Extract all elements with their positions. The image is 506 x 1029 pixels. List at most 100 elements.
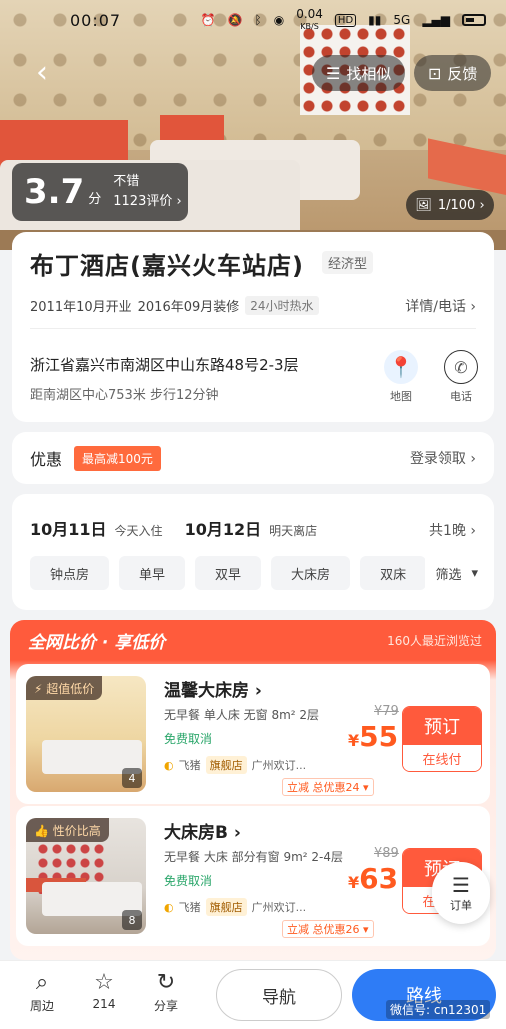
review-count: 1123评价 › — [113, 194, 182, 209]
room-specs: 无早餐 大床 部分有窗 9m² 2-4层 — [164, 850, 343, 864]
status-time: 00:07 — [70, 10, 122, 30]
date-selector[interactable]: 10月11日 今天入住 10月12日 明天离店 共1晚 › — [30, 516, 476, 540]
filter-chip[interactable]: 双床 — [360, 556, 427, 590]
image-icon: 🖼 — [415, 197, 432, 213]
filter-chip[interactable]: 单早 — [119, 556, 186, 590]
currency: ¥ — [348, 731, 360, 750]
current-price: ¥55 — [348, 720, 398, 753]
find-similar-label: 找相似 — [346, 64, 392, 83]
price-compare-section: 全网比价 · 享低价 160人最近浏览过 ⚡ 超值低价 4 温馨大床房 › 无早… — [10, 620, 496, 960]
checkout-sub: 明天离店 — [269, 524, 318, 538]
filter-chip[interactable]: 双早 — [195, 556, 262, 590]
phone-label: 电话 — [450, 390, 472, 403]
battery-icon — [462, 14, 486, 26]
find-similar-button[interactable]: ☰ 找相似 — [312, 55, 406, 91]
search-icon: ⌕ — [35, 970, 49, 995]
rating-label: 不错 — [113, 174, 140, 189]
signal-icon: ▮▮ — [368, 13, 382, 27]
favorite-tab[interactable]: ☆ 214 — [84, 969, 124, 1011]
feedback-label: 反馈 — [447, 64, 478, 83]
hotel-name: 布丁酒店(嘉兴火车站店) — [30, 252, 304, 280]
login-claim-link[interactable]: 登录领取 › — [410, 448, 476, 468]
bluetooth-icon: ᛒ — [254, 13, 262, 27]
discount-tag[interactable]: 立减 总优惠26 ▾ — [282, 920, 374, 938]
network-speed: 0.04 KB/S — [296, 6, 323, 31]
book-label: 预订 — [403, 707, 481, 745]
favorite-count: 214 — [92, 997, 116, 1011]
navigate-button[interactable]: 导航 — [216, 969, 342, 1021]
order-label: 订单 — [450, 899, 472, 912]
location-icon: ◉ — [273, 13, 285, 27]
cell-signal-icon: ▂▄▆ — [422, 13, 450, 27]
filter-button[interactable]: 筛选 ▾ — [425, 556, 478, 590]
original-price: ¥79 — [374, 704, 399, 719]
phone-button[interactable]: ✆ 电话 — [438, 350, 484, 404]
detail-phone-link[interactable]: 详情/电话 › — [405, 296, 476, 316]
flagship-tag: 旗舰店 — [205, 756, 247, 774]
seller-info: ◐ 飞猪 旗舰店 广州欢订... — [164, 756, 306, 774]
search-list-icon: ☰ — [326, 63, 341, 83]
network-type: 5G — [393, 13, 411, 27]
room-name: 温馨大床房 › — [164, 681, 262, 701]
room-card[interactable]: ⚡ 超值低价 4 温馨大床房 › 无早餐 单人床 无窗 8m² 2层 免费取消 … — [16, 664, 490, 804]
back-button[interactable]: ‹ — [22, 52, 62, 92]
map-button[interactable]: 📍 地图 — [378, 350, 424, 404]
pay-online-label: 在线付 — [403, 745, 481, 771]
feedback-icon: ⊡ — [428, 63, 442, 83]
value-badge: ⚡ 超值低价 — [26, 676, 103, 700]
hotel-info-card: 布丁酒店(嘉兴火车站店) 经济型 2011年10月开业 2016年09月装修 2… — [12, 232, 494, 422]
status-icons: ⏰ 🔕 ᛒ ◉ 0.04 KB/S HD ▮▮ 5G ▂▄▆ — [200, 6, 486, 32]
checkin-sub: 今天入住 — [114, 524, 163, 538]
order-button[interactable]: ☰ 订单 — [432, 862, 490, 924]
photo-count: 1/100 › — [437, 197, 485, 213]
original-price: ¥89 — [374, 846, 399, 861]
room-photo-count: 4 — [122, 768, 142, 788]
seller-name: 飞猪 — [178, 901, 201, 914]
map-pin-icon: 📍 — [384, 350, 418, 384]
recent-views: 160人最近浏览过 — [387, 634, 482, 648]
share-icon: ↻ — [156, 970, 176, 995]
room-filter-chips: 钟点房 单早 双早 大床房 双床 — [30, 556, 427, 590]
status-bar: 00:07 ⏰ 🔕 ᛒ ◉ 0.04 KB/S HD ▮▮ 5G ▂▄▆ — [0, 0, 506, 40]
hotel-type-tag: 经济型 — [322, 251, 374, 274]
rating-badge[interactable]: 3.7 分 不错 1123评价 › — [12, 163, 188, 221]
value-badge: 👍 性价比高 — [26, 818, 109, 842]
chevron-left-icon: ‹ — [36, 54, 48, 90]
nearby-tab[interactable]: ⌕ 周边 — [22, 969, 62, 1014]
book-button[interactable]: 预订 在线付 — [402, 706, 482, 772]
seller-name: 飞猪 — [178, 759, 201, 772]
nearby-label: 周边 — [29, 999, 54, 1013]
share-tab[interactable]: ↻ 分享 — [146, 969, 186, 1014]
price-value: 63 — [359, 862, 399, 895]
seller-logo-icon: ◐ — [164, 900, 174, 914]
room-photo[interactable]: ⚡ 超值低价 4 — [26, 676, 146, 792]
promo-card[interactable]: 优惠 最高减100元 登录领取 › — [12, 432, 494, 484]
hd-icon: HD — [334, 13, 357, 27]
photo-count-button[interactable]: 🖼 1/100 › — [406, 190, 494, 220]
rating-unit: 分 — [88, 191, 102, 207]
checkin-date: 10月11日 — [30, 520, 107, 539]
map-label: 地图 — [390, 390, 412, 403]
compare-title: 全网比价 · 享低价 — [28, 633, 166, 653]
free-cancel: 免费取消 — [164, 874, 213, 888]
promo-label: 优惠 — [30, 450, 63, 469]
room-photo[interactable]: 👍 性价比高 8 — [26, 818, 146, 934]
share-label: 分享 — [153, 999, 178, 1013]
caret-down-icon: ▾ — [471, 565, 478, 581]
price-value: 55 — [359, 720, 399, 753]
filter-chip[interactable]: 钟点房 — [30, 556, 110, 590]
seller-logo-icon: ◐ — [164, 758, 174, 772]
filter-chip[interactable]: 大床房 — [271, 556, 351, 590]
renovated-date: 2016年09月装修 — [137, 300, 240, 315]
discount-tag[interactable]: 立减 总优惠24 ▾ — [282, 778, 374, 796]
divider — [30, 328, 476, 329]
opened-date: 2011年10月开业 — [30, 300, 132, 315]
feedback-button[interactable]: ⊡ 反馈 — [414, 55, 492, 91]
room-card[interactable]: 👍 性价比高 8 大床房B › 无早餐 大床 部分有窗 9m² 2-4层 免费取… — [16, 806, 490, 946]
filter-label: 筛选 — [435, 567, 462, 583]
current-price: ¥63 — [348, 862, 398, 895]
flagship-tag: 旗舰店 — [205, 898, 247, 916]
room-photo-count: 8 — [122, 910, 142, 930]
phone-icon: ✆ — [444, 350, 478, 384]
alarm-icon: ⏰ — [200, 13, 216, 27]
